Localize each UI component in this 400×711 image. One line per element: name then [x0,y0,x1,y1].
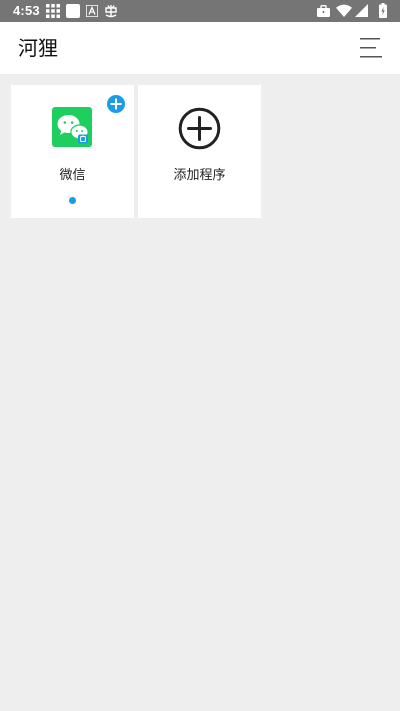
plus-circle-badge-icon[interactable] [107,95,125,113]
bug-icon [105,5,117,18]
grid-icon [46,4,60,18]
menu-button[interactable] [360,36,386,60]
signal-icon [355,4,368,17]
notification-square-icon [66,4,80,18]
menu-lines-icon [360,38,382,58]
battery-icon [379,3,387,18]
running-indicator-dot [69,197,76,204]
status-time: 4:53 [13,3,40,18]
tile-label: 添加程序 [173,168,226,183]
app-tile-add-program[interactable]: 添加程序 [138,85,261,218]
briefcase-icon [317,5,330,17]
wifi-icon [336,4,352,17]
tile-label: 微信 [59,168,86,183]
page-title: 河狸 [18,36,58,60]
wechat-icon [52,107,92,147]
add-circle-icon [178,107,221,150]
app-header: 河狸 [0,22,400,74]
status-bar: 4:53 [0,0,400,22]
font-icon [86,5,98,17]
app-tile-wechat[interactable]: 微信 [11,85,134,218]
